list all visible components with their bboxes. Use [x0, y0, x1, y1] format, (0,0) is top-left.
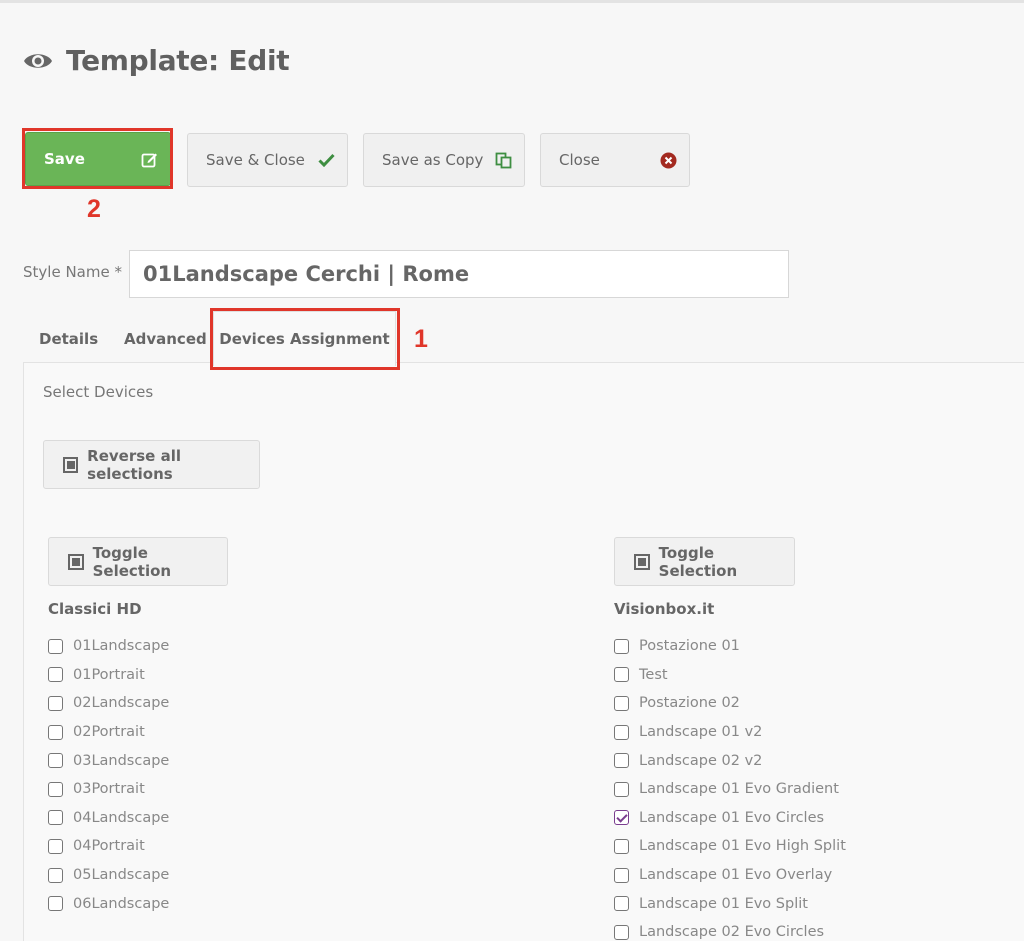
- callout-box-tab: [210, 308, 400, 370]
- device-label: 01Portrait: [73, 666, 145, 683]
- toggle-selection-button-classici[interactable]: Toggle Selection: [48, 537, 228, 586]
- callout-number-save: 2: [87, 195, 101, 223]
- device-label: Landscape 01 v2: [639, 724, 763, 741]
- square-icon: [634, 553, 650, 570]
- list-item[interactable]: 02Portrait: [48, 718, 169, 747]
- tab-advanced[interactable]: Advanced: [124, 330, 207, 348]
- save-close-button-label: Save & Close: [206, 151, 305, 169]
- list-item[interactable]: 03Landscape: [48, 746, 169, 775]
- checkbox[interactable]: [48, 667, 63, 683]
- list-item[interactable]: Landscape 01 v2: [614, 718, 846, 747]
- device-label: Landscape 01 Evo Gradient: [639, 781, 839, 798]
- checkbox[interactable]: [614, 867, 629, 883]
- page-title: Template: Edit: [66, 44, 290, 77]
- save-close-button[interactable]: Save & Close: [187, 133, 348, 187]
- list-item[interactable]: 04Landscape: [48, 804, 169, 833]
- device-label: 03Landscape: [73, 752, 170, 769]
- toggle-selection-button-visionbox[interactable]: Toggle Selection: [614, 537, 795, 586]
- device-list-visionbox: Postazione 01 Test Postazione 02 Landsca…: [614, 632, 846, 941]
- device-label: 04Portrait: [73, 838, 145, 855]
- save-as-copy-button[interactable]: Save as Copy: [363, 133, 525, 187]
- list-item[interactable]: Landscape 01 Evo Overlay: [614, 861, 846, 890]
- device-label: Landscape 02 v2: [639, 752, 763, 769]
- top-border: [0, 0, 1024, 3]
- close-button-label: Close: [559, 151, 600, 169]
- device-label: Landscape 01 Evo Circles: [639, 809, 825, 826]
- checkbox[interactable]: [48, 638, 63, 654]
- group-title-visionbox: Visionbox.it: [614, 600, 715, 618]
- device-label: 04Landscape: [73, 809, 170, 826]
- list-item[interactable]: 01Landscape: [48, 632, 169, 661]
- style-name-label: Style Name *: [23, 263, 122, 281]
- device-label: Landscape 01 Evo Split: [639, 895, 808, 912]
- reverse-all-selections-button[interactable]: Reverse all selections: [43, 440, 260, 489]
- device-label: 02Portrait: [73, 724, 145, 741]
- close-circle-icon: [659, 151, 677, 169]
- checkbox[interactable]: [48, 867, 63, 883]
- checkbox[interactable]: [614, 695, 629, 711]
- checkbox[interactable]: [614, 667, 629, 683]
- eye-icon: [22, 48, 54, 74]
- device-label: 03Portrait: [73, 781, 145, 798]
- checkbox-checked[interactable]: [614, 810, 629, 826]
- checkbox[interactable]: [614, 781, 629, 797]
- list-item[interactable]: 06Landscape: [48, 889, 169, 918]
- check-icon: [317, 151, 335, 169]
- copy-icon: [494, 151, 512, 169]
- checkbox[interactable]: [614, 638, 629, 654]
- device-list-classici: 01Landscape 01Portrait 02Landscape 02Por…: [48, 632, 169, 918]
- device-label: 05Landscape: [73, 867, 170, 884]
- list-item[interactable]: 04Portrait: [48, 832, 169, 861]
- list-item[interactable]: Landscape 02 v2: [614, 746, 846, 775]
- checkbox[interactable]: [614, 724, 629, 740]
- checkbox[interactable]: [48, 810, 63, 826]
- style-name-input[interactable]: [129, 250, 789, 298]
- list-item[interactable]: Postazione 01: [614, 632, 846, 661]
- checkbox[interactable]: [614, 838, 629, 854]
- checkbox[interactable]: [48, 695, 63, 711]
- list-item[interactable]: Test: [614, 661, 846, 690]
- list-item[interactable]: 02Landscape: [48, 689, 169, 718]
- device-label: 02Landscape: [73, 695, 170, 712]
- callout-box-save: [22, 128, 173, 189]
- checkbox[interactable]: [614, 924, 629, 940]
- list-item[interactable]: Landscape 02 Evo Circles: [614, 918, 846, 941]
- device-label: 01Landscape: [73, 638, 170, 655]
- square-icon: [68, 553, 84, 570]
- list-item[interactable]: Landscape 01 Evo Split: [614, 889, 846, 918]
- square-icon: [63, 456, 79, 473]
- select-devices-heading: Select Devices: [43, 383, 154, 401]
- list-item[interactable]: Landscape 01 Evo Circles: [614, 804, 846, 833]
- checkbox[interactable]: [614, 896, 629, 912]
- save-as-copy-button-label: Save as Copy: [382, 151, 484, 169]
- device-label: Postazione 01: [639, 638, 740, 655]
- list-item[interactable]: 01Portrait: [48, 661, 169, 690]
- toggle-selection-label: Toggle Selection: [658, 543, 738, 580]
- list-item[interactable]: Landscape 01 Evo High Split: [614, 832, 846, 861]
- group-title-classici: Classici HD: [48, 600, 142, 618]
- checkbox[interactable]: [48, 781, 63, 797]
- device-label: Landscape 01 Evo Overlay: [639, 867, 833, 884]
- checkbox[interactable]: [614, 753, 629, 769]
- device-label: Test: [639, 666, 668, 683]
- page-header: Template: Edit: [22, 44, 290, 77]
- tab-details[interactable]: Details: [39, 330, 98, 348]
- toggle-selection-label: Toggle Selection: [92, 543, 172, 580]
- callout-number-tab: 1: [414, 325, 428, 353]
- device-label: Landscape 01 Evo High Split: [639, 838, 846, 855]
- list-item[interactable]: 03Portrait: [48, 775, 169, 804]
- checkbox[interactable]: [48, 838, 63, 854]
- device-label: Landscape 02 Evo Circles: [639, 924, 825, 941]
- device-label: Postazione 02: [639, 695, 740, 712]
- device-label: 06Landscape: [73, 895, 170, 912]
- checkbox[interactable]: [48, 724, 63, 740]
- close-button[interactable]: Close: [540, 133, 690, 187]
- list-item[interactable]: Landscape 01 Evo Gradient: [614, 775, 846, 804]
- reverse-all-selections-label: Reverse all selections: [87, 446, 181, 483]
- checkbox[interactable]: [48, 896, 63, 912]
- list-item[interactable]: Postazione 02: [614, 689, 846, 718]
- list-item[interactable]: 05Landscape: [48, 861, 169, 890]
- checkbox[interactable]: [48, 753, 63, 769]
